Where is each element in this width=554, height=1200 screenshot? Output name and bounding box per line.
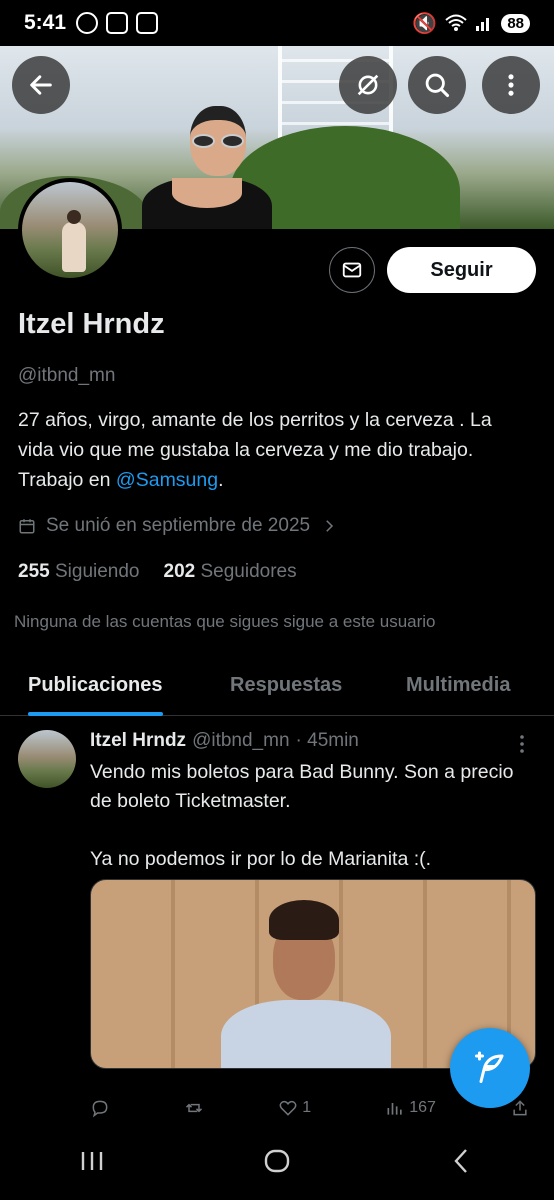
grok-icon	[357, 74, 379, 96]
tweet-text: Vendo mis boletos para Bad Bunny. Son a …	[90, 761, 514, 870]
profile-tabs: Publicaciones Respuestas Multimedia	[0, 656, 554, 716]
search-button[interactable]	[408, 56, 466, 114]
share-button[interactable]	[510, 1098, 530, 1118]
bio-mention-link[interactable]: @Samsung	[116, 469, 218, 491]
repost-icon	[186, 1103, 203, 1113]
grok-button[interactable]	[339, 56, 397, 114]
tweet-avatar[interactable]	[18, 730, 76, 788]
calendar-icon	[19, 519, 35, 534]
profile-info: Itzel Hrndz @itbnd_mn 27 años, virgo, am…	[18, 308, 538, 583]
more-button[interactable]	[482, 56, 540, 114]
screenshot-icon	[106, 12, 129, 34]
screen-record-icon	[136, 12, 159, 34]
follow-stats: 255 Siguiendo 202 Seguidores	[18, 561, 538, 583]
message-button[interactable]	[329, 247, 375, 293]
tweet-actions: 1 167	[90, 1098, 530, 1118]
search-icon	[425, 73, 450, 98]
views-count: 167	[409, 1099, 436, 1116]
chevron-left-icon	[454, 1149, 467, 1173]
banner-person-image	[142, 106, 272, 229]
tweet-author-handle: @itbnd_mn	[192, 730, 290, 751]
mute-icon: 🔇	[412, 12, 438, 35]
heart-icon	[279, 1100, 297, 1116]
compose-post-button[interactable]	[450, 1028, 530, 1108]
repost-button[interactable]	[184, 1098, 204, 1118]
battery-icon: 88	[501, 13, 530, 33]
whatsapp-icon	[76, 12, 99, 34]
follow-button[interactable]: Seguir	[387, 247, 536, 293]
home-button[interactable]	[257, 1141, 297, 1181]
joined-date[interactable]: Se unió en septiembre de 2025	[18, 515, 538, 537]
tab-multimedia[interactable]: Multimedia	[406, 656, 510, 716]
bio: 27 años, virgo, amante de los perritos y…	[18, 409, 492, 491]
recent-apps-icon	[82, 1152, 103, 1170]
chevron-right-icon	[326, 520, 334, 532]
reply-icon	[92, 1100, 108, 1118]
wifi-icon	[445, 14, 467, 31]
tab-respuestas[interactable]: Respuestas	[230, 656, 342, 716]
following-link[interactable]: 255 Siguiendo	[18, 561, 140, 583]
home-icon	[264, 1149, 290, 1173]
status-bar: 5:41 🔇 88	[0, 0, 554, 46]
back-button[interactable]	[12, 56, 70, 114]
recent-apps-button[interactable]	[72, 1141, 112, 1181]
display-name: Itzel Hrndz	[18, 308, 165, 340]
tweet-more-icon[interactable]	[514, 734, 530, 760]
signal-icon	[476, 18, 490, 31]
system-nav-bar	[0, 1122, 554, 1200]
arrow-left-icon	[30, 75, 52, 95]
reply-button[interactable]	[90, 1098, 110, 1118]
tab-publicaciones[interactable]: Publicaciones	[28, 656, 163, 716]
profile-avatar[interactable]	[18, 178, 122, 282]
tweet-time: · 45min	[295, 730, 359, 751]
profile-actions: Seguir	[329, 247, 536, 293]
mutual-followers-note: Ninguna de las cuentas que sigues sigue …	[14, 612, 436, 631]
more-vertical-icon	[508, 74, 514, 96]
back-nav-button[interactable]	[442, 1141, 482, 1181]
views-icon	[387, 1103, 402, 1115]
like-count: 1	[302, 1099, 312, 1116]
share-icon	[513, 1100, 527, 1116]
status-time: 5:41	[24, 11, 67, 34]
handle: @itbnd_mn	[18, 365, 116, 386]
like-button[interactable]: 1	[278, 1098, 311, 1118]
tweet-author-name[interactable]: Itzel Hrndz	[90, 730, 186, 752]
envelope-icon	[342, 262, 362, 278]
followers-link[interactable]: 202 Seguidores	[164, 561, 297, 583]
compose-feather-icon	[475, 1051, 504, 1083]
tweet-header: Itzel Hrndz @itbnd_mn · 45min	[90, 730, 359, 752]
views-button[interactable]: 167	[385, 1098, 436, 1118]
